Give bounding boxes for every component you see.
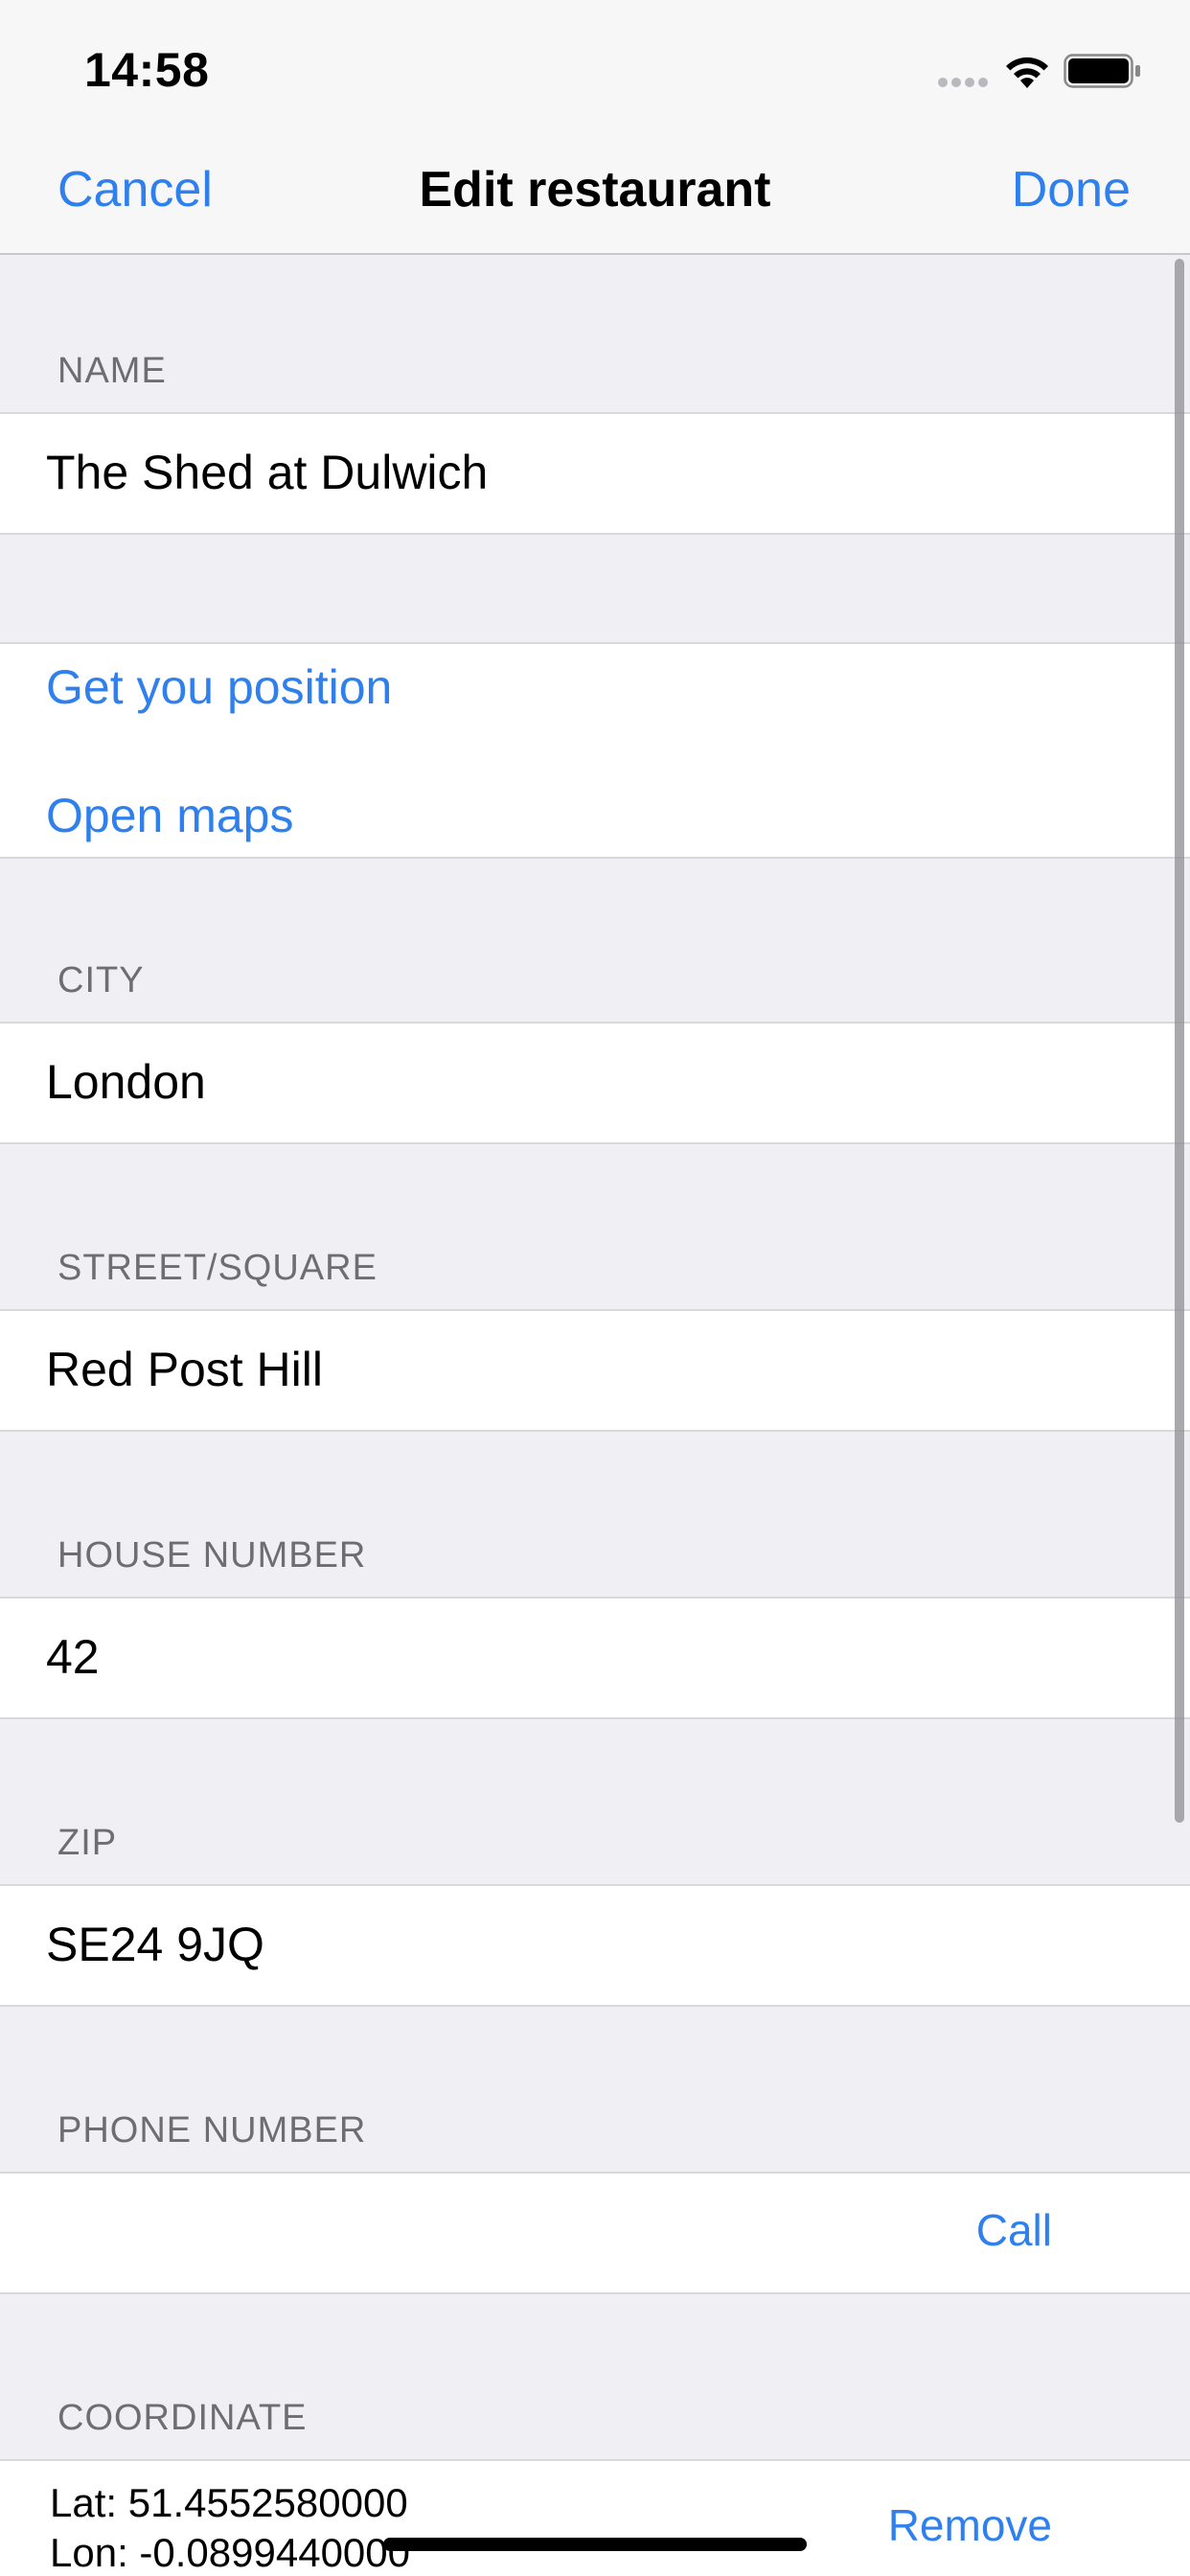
phone-section-header: PHONE NUMBER bbox=[57, 2110, 367, 2150]
phone-field[interactable]: Call bbox=[0, 2172, 1190, 2294]
name-field[interactable]: The Shed at Dulwich bbox=[0, 412, 1190, 535]
done-button[interactable]: Done bbox=[1012, 161, 1131, 218]
zip-field-value: SE24 9JQ bbox=[46, 1918, 264, 1971]
remove-button[interactable]: Remove bbox=[888, 2499, 1052, 2551]
location-actions: Get you position Open maps bbox=[0, 642, 1190, 859]
street-section-header: STREET/SQUARE bbox=[57, 1248, 378, 1288]
coordinate-row: Lat: 51.4552580000 Lon: -0.0899440000 Re… bbox=[0, 2459, 1190, 2576]
battery-icon bbox=[1064, 54, 1140, 88]
call-button[interactable]: Call bbox=[976, 2204, 1052, 2256]
city-section-header: CITY bbox=[57, 960, 145, 1000]
cellular-signal-icon bbox=[938, 78, 988, 87]
open-maps-link[interactable]: Open maps bbox=[46, 788, 293, 843]
house-number-field[interactable]: 42 bbox=[0, 1597, 1190, 1719]
name-section-header: NAME bbox=[57, 351, 167, 391]
zip-field[interactable]: SE24 9JQ bbox=[0, 1884, 1190, 2007]
city-field-value: London bbox=[46, 1055, 206, 1109]
latitude-text: Lat: 51.4552580000 bbox=[50, 2480, 408, 2525]
house-number-field-value: 42 bbox=[46, 1630, 100, 1684]
house-number-section-header: HOUSE NUMBER bbox=[57, 1535, 367, 1576]
coordinate-section-header: COORDINATE bbox=[57, 2398, 308, 2438]
form-scroll-view[interactable]: NAME The Shed at Dulwich Get you positio… bbox=[0, 255, 1190, 2576]
vertical-scrollbar[interactable] bbox=[1175, 259, 1184, 1823]
city-field[interactable]: London bbox=[0, 1022, 1190, 1144]
navigation-bar: Cancel Edit restaurant Done bbox=[0, 126, 1190, 255]
street-field-value: Red Post Hill bbox=[46, 1343, 323, 1396]
get-position-link[interactable]: Get you position bbox=[46, 659, 392, 715]
home-indicator[interactable] bbox=[383, 2538, 807, 2551]
status-bar: 14:58 bbox=[0, 0, 1190, 126]
zip-section-header: ZIP bbox=[57, 1823, 118, 1863]
name-field-value: The Shed at Dulwich bbox=[46, 446, 489, 499]
longitude-text: Lon: -0.0899440000 bbox=[50, 2530, 411, 2575]
street-field[interactable]: Red Post Hill bbox=[0, 1309, 1190, 1432]
status-time: 14:58 bbox=[84, 43, 210, 97]
wifi-icon bbox=[1006, 57, 1048, 88]
